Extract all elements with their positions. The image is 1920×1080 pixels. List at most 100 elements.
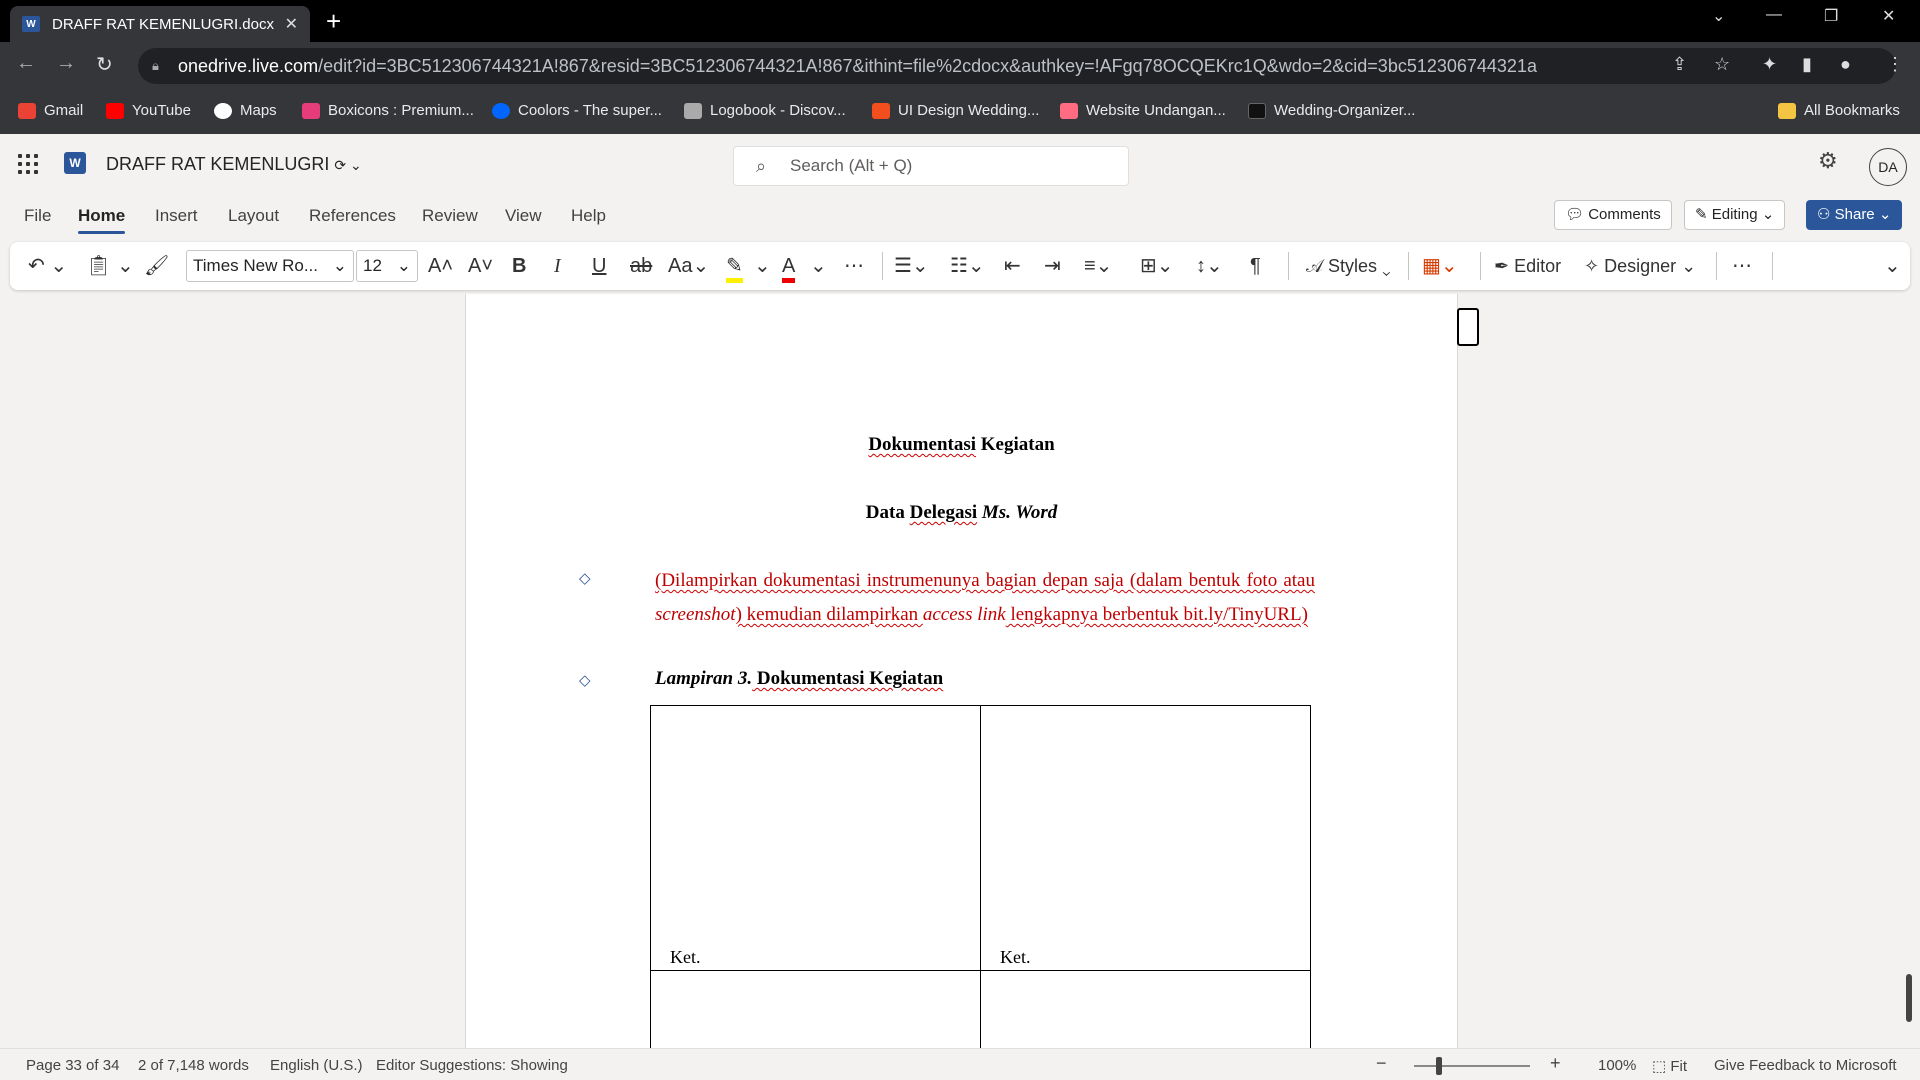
table-cell[interactable]	[980, 970, 1311, 1048]
underline-icon[interactable]: U	[592, 254, 606, 278]
zoom-slider-thumb[interactable]	[1436, 1057, 1442, 1075]
menu-icon[interactable]: ⋮	[1886, 54, 1904, 75]
star-icon[interactable]: ☆	[1714, 54, 1730, 75]
language-status[interactable]: English (U.S.)	[270, 1057, 363, 1074]
increase-indent-icon[interactable]: ⇥	[1044, 254, 1061, 278]
tab-home[interactable]: Home	[78, 206, 126, 234]
bookmark-youtube[interactable]: YouTube	[106, 102, 191, 119]
avatar[interactable]: DA	[1869, 148, 1907, 186]
saved-status-icon[interactable]: ⟳ ⌄	[334, 157, 361, 173]
document-page[interactable]: Dokumentasi Kegiatan Data Delegasi Ms. W…	[465, 294, 1458, 1048]
minimize-icon[interactable]: —	[1766, 6, 1782, 24]
profile-icon[interactable]: ●	[1840, 54, 1851, 75]
search-icon: ⌕	[756, 156, 767, 176]
more-font-options-icon[interactable]: ⋯	[844, 254, 864, 278]
font-color-icon[interactable]: A	[782, 254, 796, 283]
page-count[interactable]: Page 33 of 34	[26, 1057, 119, 1074]
bookmark-ui-design[interactable]: UI Design Wedding...	[872, 102, 1039, 119]
tab-file[interactable]: File	[24, 206, 51, 226]
styles-button[interactable]: 𝒜 Styles ⌄	[1306, 254, 1391, 278]
tab-insert[interactable]: Insert	[155, 206, 198, 226]
expand-ribbon-icon[interactable]: ⌄	[1884, 254, 1901, 278]
more-options-icon[interactable]: ⋯	[1732, 254, 1752, 278]
chevron-down-icon[interactable]: ⌄	[810, 254, 827, 278]
new-tab-button[interactable]: +	[326, 6, 341, 36]
font-name-select[interactable]: Times New Ro... ⌄	[186, 250, 354, 282]
table-cell[interactable]: Ket.	[980, 705, 1311, 971]
word-count[interactable]: 2 of 7,148 words	[138, 1057, 249, 1074]
change-case-icon[interactable]: Aa⌄	[668, 254, 709, 278]
extensions-icon[interactable]: ✦	[1762, 54, 1777, 75]
bookmark-gmail[interactable]: Gmail	[18, 102, 83, 119]
bookmark-website-undangan[interactable]: Website Undangan...	[1060, 102, 1226, 119]
document-canvas[interactable]: Dokumentasi Kegiatan Data Delegasi Ms. W…	[0, 294, 1920, 1048]
tab-layout[interactable]: Layout	[228, 206, 279, 226]
close-tab-icon[interactable]: ✕	[285, 14, 298, 34]
diamond-bullet-icon: ◇	[579, 571, 591, 587]
bold-icon[interactable]: B	[512, 254, 526, 278]
editor-button[interactable]: ✒ Editor	[1494, 254, 1561, 278]
tab-help[interactable]: Help	[571, 206, 606, 226]
documentation-table[interactable]: Ket. Ket.	[650, 705, 1311, 1048]
paragraph-marks-icon[interactable]: ¶	[1250, 254, 1261, 278]
chevron-down-icon[interactable]: ⌄	[754, 254, 771, 278]
grow-font-icon[interactable]: A˄	[428, 254, 453, 278]
word-header: W DRAFF RAT KEMENLUGRI ⟳ ⌄ ⌕ Search (Alt…	[0, 134, 1920, 194]
tables-icon[interactable]: ▦⌄	[1422, 254, 1458, 278]
bookmark-maps[interactable]: Maps	[214, 102, 277, 119]
tab-view[interactable]: View	[505, 206, 542, 226]
font-size-select[interactable]: 12 ⌄	[356, 250, 418, 282]
share-page-icon[interactable]: ⇪	[1672, 54, 1687, 75]
bullets-icon[interactable]: ☰⌄	[894, 254, 929, 278]
settings-gear-icon[interactable]: ⚙	[1818, 148, 1838, 174]
designer-button[interactable]: ✧ Designer ⌄	[1584, 254, 1696, 278]
zoom-in-icon[interactable]: +	[1550, 1053, 1561, 1074]
zoom-out-icon[interactable]: −	[1376, 1053, 1387, 1074]
word-logo-icon[interactable]: W	[64, 152, 86, 174]
feedback-link[interactable]: Give Feedback to Microsoft	[1714, 1057, 1897, 1074]
undo-icon[interactable]: ↶ ⌄	[28, 254, 67, 278]
align-icon[interactable]: ≡⌄	[1084, 254, 1112, 278]
app-launcher-icon[interactable]	[18, 154, 38, 174]
bookmark-logobook[interactable]: Logobook - Discov...	[684, 102, 846, 119]
line-spacing-icon[interactable]: ↕⌄	[1196, 254, 1223, 278]
vertical-scrollbar[interactable]	[1906, 974, 1912, 1022]
tab-references[interactable]: References	[309, 206, 396, 226]
zoom-slider[interactable]	[1414, 1065, 1530, 1067]
bookmark-boxicons[interactable]: Boxicons : Premium...	[302, 102, 474, 119]
decrease-indent-icon[interactable]: ⇤	[1004, 254, 1021, 278]
borders-icon[interactable]: ⊞⌄	[1140, 254, 1174, 278]
share-button[interactable]: ⚇ Share ⌄	[1806, 200, 1903, 230]
document-title[interactable]: DRAFF RAT KEMENLUGRI ⟳ ⌄	[106, 154, 362, 175]
close-window-icon[interactable]: ✕	[1882, 6, 1895, 26]
fit-button[interactable]: ⬚ Fit	[1652, 1057, 1687, 1075]
tab-review[interactable]: Review	[422, 206, 478, 226]
restore-icon[interactable]: ❐	[1824, 6, 1838, 26]
paste-icon[interactable]: 📋︎ ⌄	[86, 254, 134, 278]
editing-mode-button[interactable]: ✎ Editing ⌄	[1684, 200, 1786, 230]
all-bookmarks[interactable]: All Bookmarks	[1778, 102, 1900, 119]
format-painter-icon[interactable]: 🖌︎	[144, 254, 169, 278]
side-panel-icon[interactable]: ▮	[1802, 54, 1812, 75]
zoom-level[interactable]: 100%	[1598, 1057, 1636, 1074]
table-cell[interactable]: Ket.	[650, 705, 981, 971]
browser-tab[interactable]: W DRAFF RAT KEMENLUGRI.docx - ✕	[10, 6, 310, 42]
highlight-icon[interactable]: ✎	[726, 254, 743, 283]
comments-button[interactable]: 💬︎ Comments	[1554, 200, 1672, 230]
table-cell[interactable]	[650, 970, 981, 1048]
bookmark-coolors[interactable]: Coolors - The super...	[492, 102, 662, 119]
editor-suggestions-status[interactable]: Editor Suggestions: Showing	[376, 1057, 568, 1074]
reload-icon[interactable]: ↻	[96, 52, 113, 77]
tab-search-icon[interactable]: ⌄	[1712, 6, 1725, 26]
forward-icon[interactable]: →	[56, 52, 76, 75]
shrink-font-icon[interactable]: A˅	[468, 254, 493, 278]
search-input[interactable]: ⌕ Search (Alt + Q)	[733, 146, 1129, 186]
italic-icon[interactable]: I	[554, 254, 561, 278]
word-icon: W	[22, 16, 40, 32]
numbering-icon[interactable]: ☷⌄	[950, 254, 985, 278]
comment-marker[interactable]	[1457, 308, 1479, 346]
address-bar[interactable]: 🔒︎ onedrive.live.com/edit?id=3BC51230674…	[138, 48, 1896, 84]
back-icon[interactable]: ←	[16, 52, 36, 75]
strikethrough-icon[interactable]: ab	[630, 254, 652, 278]
bookmark-wedding-organizer[interactable]: Wedding-Organizer...	[1248, 102, 1415, 119]
